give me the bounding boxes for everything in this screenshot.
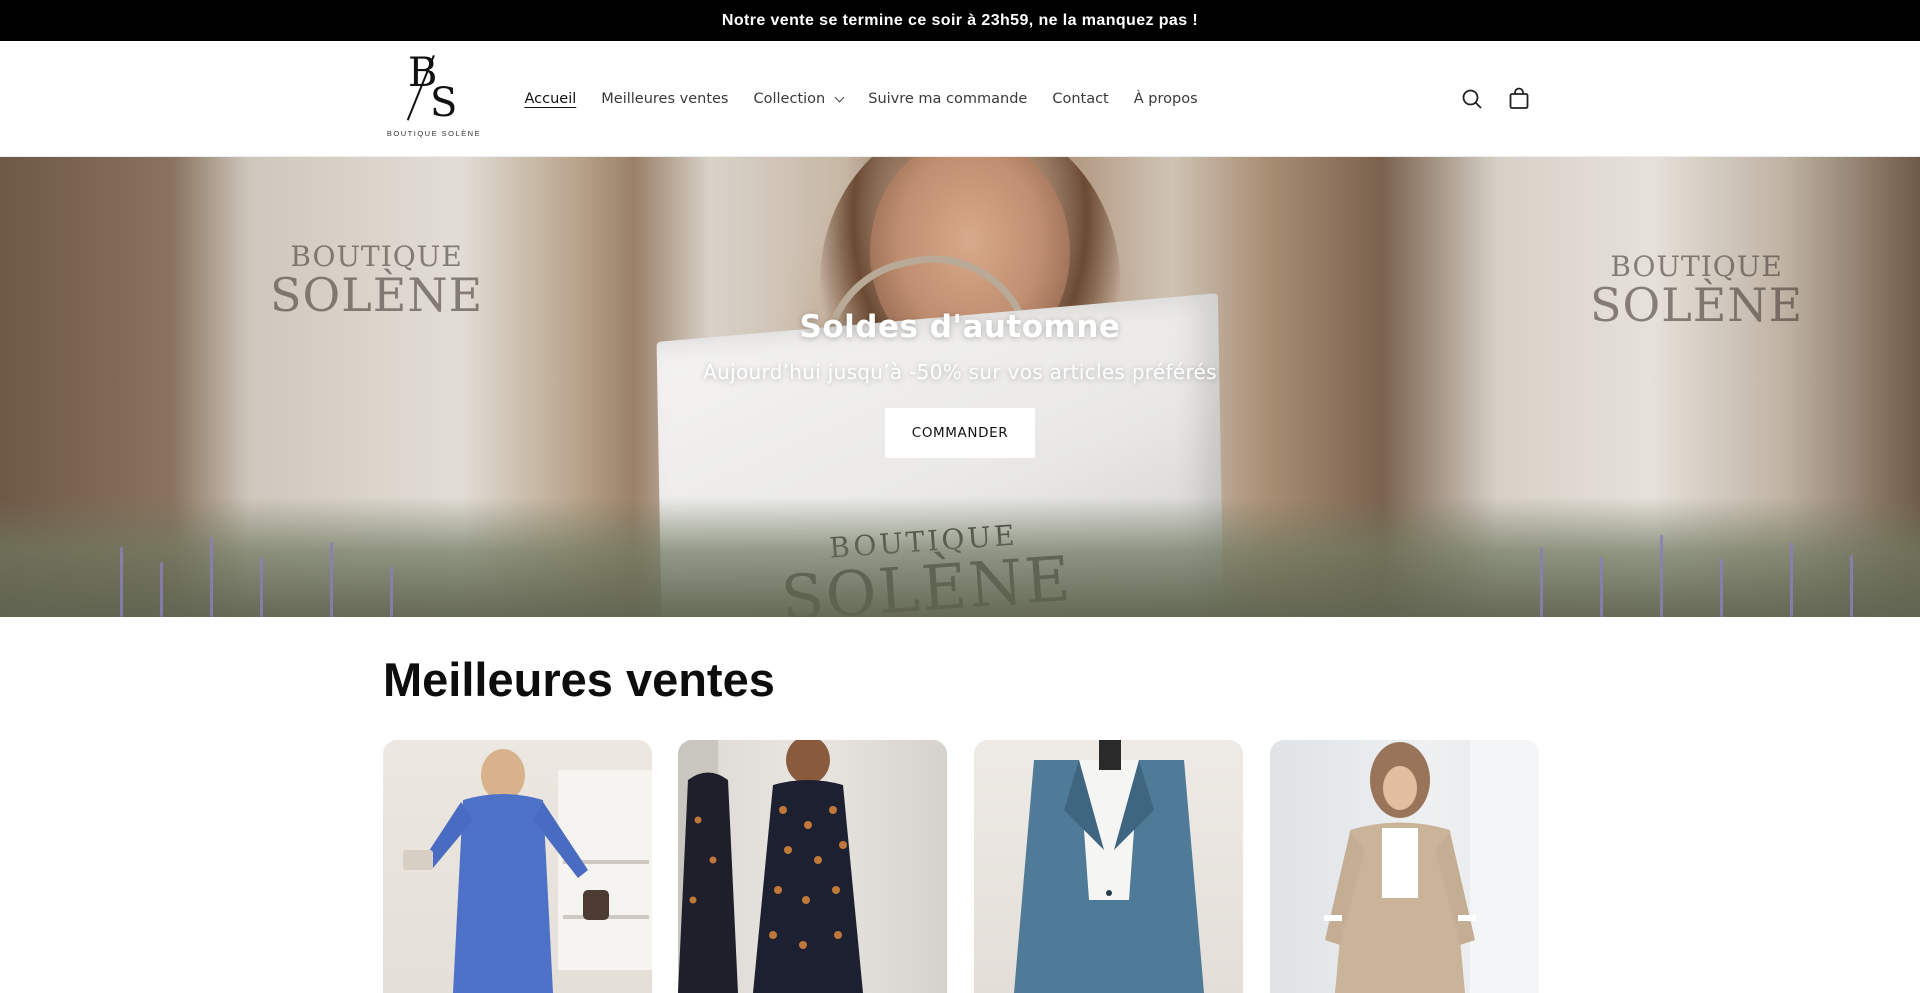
nav-item-contact[interactable]: Contact	[1040, 91, 1121, 107]
commander-button[interactable]: COMMANDER	[885, 408, 1035, 458]
product-card[interactable]	[678, 740, 947, 993]
announcement-text: Notre vente se termine ce soir à 23h59, …	[721, 11, 1199, 29]
store-logo[interactable]: B S BOUTIQUE SOLÈNE	[384, 53, 484, 143]
nav-item-collection[interactable]: Collection	[741, 91, 856, 107]
announcement-bar: Notre vente se termine ce soir à 23h59, …	[0, 0, 1920, 41]
product-image	[1014, 740, 1204, 993]
hero-content: Soldes d'automne Aujourd’hui jusqu’à -50…	[0, 157, 1920, 617]
search-icon[interactable]	[1456, 83, 1488, 115]
logo-wordmark: BOUTIQUE SOLÈNE	[386, 129, 482, 138]
product-image	[678, 740, 863, 993]
chevron-down-icon	[834, 92, 845, 103]
hero-banner: BOUTIQUE SOLÈNE BOUTIQUE SOLÈNE BOUTIQUE…	[0, 157, 1920, 617]
main-nav: Accueil Meilleures ventes Collection Sui…	[512, 41, 1210, 157]
hero-subtitle: Aujourd’hui jusqu’à -50% sur vos article…	[703, 360, 1217, 384]
product-image	[403, 749, 652, 993]
site-header: B S BOUTIQUE SOLÈNE Accueil Meilleures v…	[0, 41, 1920, 157]
nav-item-suivre-ma-commande[interactable]: Suivre ma commande	[856, 91, 1040, 107]
product-card[interactable]	[974, 740, 1243, 993]
logo-monogram: B S	[404, 53, 464, 127]
cart-icon[interactable]	[1503, 83, 1535, 115]
product-card[interactable]	[383, 740, 652, 993]
product-image	[1324, 740, 1539, 993]
product-card[interactable]	[1270, 740, 1539, 993]
hero-title: Soldes d'automne	[799, 309, 1121, 345]
nav-item-collection-label: Collection	[753, 91, 826, 107]
logo-letter-s: S	[430, 80, 458, 126]
nav-item-meilleures-ventes[interactable]: Meilleures ventes	[589, 91, 741, 107]
nav-item-a-propos[interactable]: À propos	[1121, 91, 1210, 107]
best-sellers-title: Meilleures ventes	[383, 653, 775, 706]
nav-item-accueil[interactable]: Accueil	[512, 91, 589, 107]
